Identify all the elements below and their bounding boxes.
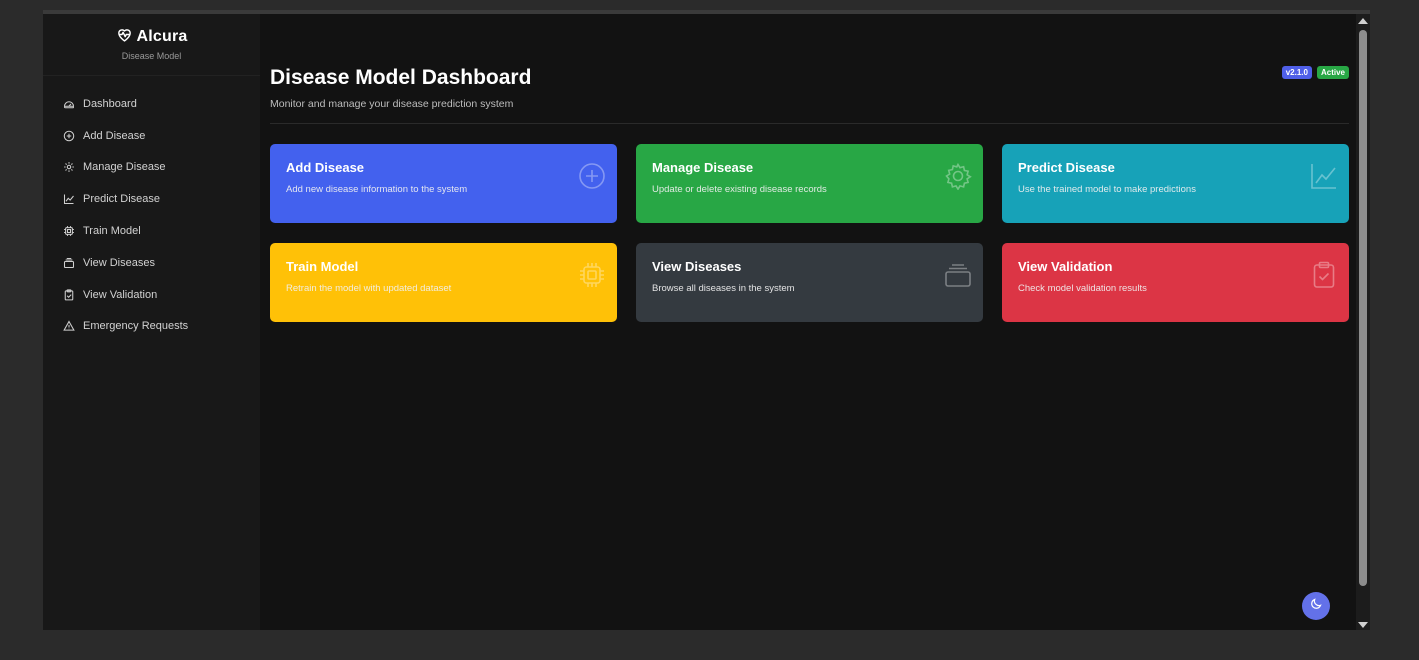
view-diseases-card[interactable]: View Diseases Browse all diseases in the… [636, 243, 983, 322]
sidebar-item-label: Emergency Requests [83, 320, 189, 333]
sidebar-item-emergency-requests[interactable]: Emergency Requests [43, 311, 260, 343]
theme-toggle-button[interactable] [1302, 592, 1330, 620]
sidebar: Alcura Disease Model Dashboard Add Disea… [43, 14, 260, 630]
sidebar-item-view-diseases[interactable]: View Diseases [43, 247, 260, 279]
card-title: Manage Disease [652, 160, 754, 175]
card-description: Browse all diseases in the system [652, 283, 795, 294]
card-title: View Diseases [652, 259, 742, 274]
cpu-icon [578, 261, 606, 289]
sidebar-item-train-model[interactable]: Train Model [43, 215, 260, 247]
view-validation-card[interactable]: View Validation Check model validation r… [1002, 243, 1349, 322]
clipboard-check-icon [62, 288, 75, 301]
dashboard-gauge-icon [62, 97, 75, 110]
card-description: Update or delete existing disease record… [652, 184, 827, 195]
card-description: Use the trained model to make prediction… [1018, 184, 1196, 195]
brand-title[interactable]: Alcura [43, 26, 260, 48]
add-disease-card[interactable]: Add Disease Add new disease information … [270, 144, 617, 223]
card-title: Predict Disease [1018, 160, 1115, 175]
train-model-card[interactable]: Train Model Retrain the model with updat… [270, 243, 617, 322]
header-badges: v2.1.0 Active [1281, 66, 1349, 79]
sidebar-item-label: Manage Disease [83, 161, 166, 174]
card-title: Add Disease [286, 160, 365, 175]
page-title: Disease Model Dashboard [270, 66, 532, 89]
sidebar-nav: Dashboard Add Disease Manage Disease Pre… [43, 76, 260, 342]
header-divider [270, 123, 1349, 124]
scrollbar-thumb[interactable] [1359, 30, 1367, 586]
brand-subtitle: Disease Model [121, 51, 182, 61]
clipboard-check-icon [1310, 261, 1338, 289]
collection-icon [944, 261, 972, 289]
chart-line-icon [62, 193, 75, 206]
status-badge: Active [1316, 66, 1349, 79]
plus-circle-icon [62, 129, 75, 142]
scroll-up-arrow-icon[interactable] [1358, 18, 1368, 24]
page-subtitle: Monitor and manage your disease predicti… [270, 98, 514, 110]
warning-triangle-icon [62, 320, 75, 333]
sidebar-item-manage-disease[interactable]: Manage Disease [43, 152, 260, 184]
sidebar-item-predict-disease[interactable]: Predict Disease [43, 183, 260, 215]
predict-disease-card[interactable]: Predict Disease Use the trained model to… [1002, 144, 1349, 223]
sidebar-item-add-disease[interactable]: Add Disease [43, 120, 260, 152]
version-badge: v2.1.0 [1281, 66, 1312, 79]
sidebar-item-dashboard[interactable]: Dashboard [43, 88, 260, 120]
vertical-scrollbar[interactable] [1356, 14, 1370, 630]
sidebar-item-view-validation[interactable]: View Validation [43, 279, 260, 311]
app-window: Alcura Disease Model Dashboard Add Disea… [43, 10, 1370, 630]
sidebar-item-label: Train Model [83, 225, 141, 238]
sidebar-item-label: Add Disease [83, 129, 146, 142]
cpu-icon [62, 225, 75, 238]
brand: Alcura Disease Model [43, 14, 260, 76]
manage-disease-card[interactable]: Manage Disease Update or delete existing… [636, 144, 983, 223]
collection-icon [62, 256, 75, 269]
moon-icon [1310, 597, 1323, 615]
gear-icon [944, 162, 972, 191]
sidebar-item-label: Predict Disease [83, 193, 161, 206]
sidebar-item-label: Dashboard [83, 97, 137, 110]
sidebar-item-label: View Diseases [83, 256, 155, 269]
plus-circle-icon [578, 162, 606, 190]
main-content: Disease Model Dashboard Monitor and mana… [260, 14, 1356, 630]
brand-name: Alcura [136, 28, 188, 45]
action-cards-grid: Add Disease Add new disease information … [270, 144, 1349, 322]
gear-icon [62, 161, 75, 174]
chart-line-icon [1310, 162, 1338, 190]
scroll-down-arrow-icon[interactable] [1358, 622, 1368, 628]
card-title: Train Model [286, 259, 359, 274]
card-description: Add new disease information to the syste… [286, 184, 468, 195]
card-description: Retrain the model with updated dataset [286, 283, 452, 294]
heart-pulse-icon [116, 26, 133, 48]
sidebar-item-label: View Validation [83, 288, 158, 301]
card-description: Check model validation results [1018, 283, 1147, 294]
card-title: View Validation [1018, 259, 1113, 274]
